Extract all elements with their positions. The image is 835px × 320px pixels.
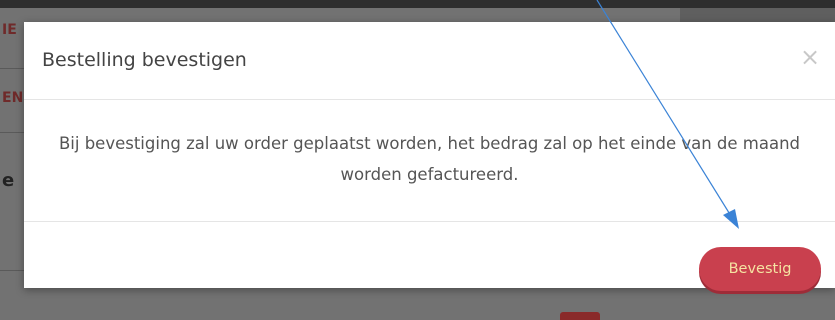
modal-header: Bestelling bevestigen × (24, 22, 835, 100)
background-menu-fragment: IE (2, 22, 17, 38)
close-icon[interactable]: × (800, 45, 820, 69)
confirm-order-modal: Bestelling bevestigen × Bij bevestiging … (24, 22, 835, 291)
background-divider (0, 68, 24, 69)
background-heading-fragment: e (2, 170, 15, 191)
modal-title: Bestelling bevestigen (42, 49, 247, 71)
background-divider (0, 132, 24, 133)
background-menu-fragment: EN (2, 90, 24, 106)
background-topbar (0, 0, 835, 8)
modal-message: Bij bevestiging zal uw order geplaatst w… (58, 134, 801, 184)
background-divider (0, 270, 24, 271)
background-badge (560, 312, 600, 320)
modal-footer: Bevestig (24, 222, 835, 291)
confirm-button[interactable]: Bevestig (699, 247, 821, 291)
modal-body: Bij bevestiging zal uw order geplaatst w… (24, 100, 835, 222)
